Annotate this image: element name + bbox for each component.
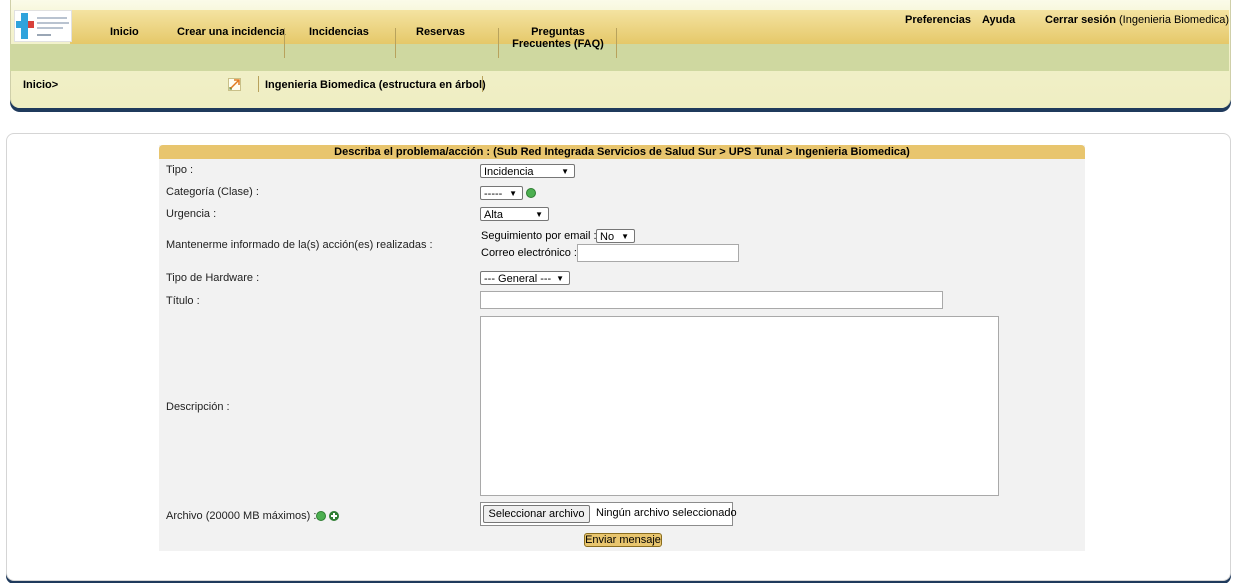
hardware-label: Tipo de Hardware : [166, 272, 260, 284]
hardware-value: --- General --- [484, 273, 552, 285]
tree-view-icon[interactable] [228, 78, 241, 91]
descripcion-textarea[interactable] [480, 316, 999, 496]
nav-faq[interactable]: Preguntas Frecuentes (FAQ) [508, 26, 608, 50]
seguimiento-label: Seguimiento por email : [481, 230, 597, 242]
tree-separator [258, 76, 259, 92]
hardware-select[interactable]: --- General --- ▼ [480, 271, 570, 285]
search-category-icon[interactable] [526, 188, 536, 198]
chevron-down-icon: ▼ [509, 189, 517, 198]
tipo-value: Incidencia [484, 166, 534, 178]
urgencia-select[interactable]: Alta ▼ [480, 207, 549, 221]
urgencia-label: Urgencia : [166, 208, 217, 220]
seguimiento-select[interactable]: No ▼ [596, 229, 635, 243]
logo-text-line [37, 17, 67, 19]
seguimiento-value: No [600, 231, 615, 243]
add-file-icon[interactable] [329, 511, 339, 521]
nav-incidencias[interactable]: Incidencias [309, 26, 369, 38]
logo-cross-red [28, 21, 34, 28]
logout-user: (Ingenieria Biomedica) [1119, 14, 1230, 26]
correo-label: Correo electrónico : [481, 247, 577, 259]
tipo-select[interactable]: Incidencia ▼ [480, 164, 575, 178]
urgencia-value: Alta [484, 209, 503, 221]
nav-crear-incidencia[interactable]: Crear una incidencia [177, 26, 285, 38]
logo-text-line [37, 34, 51, 36]
ayuda-link[interactable]: Ayuda [982, 14, 1015, 26]
descripcion-label: Descripción : [166, 401, 230, 413]
tipo-label: Tipo : [166, 164, 194, 176]
logo[interactable] [14, 10, 72, 42]
nav-separator [616, 28, 617, 58]
header: Inicio Crear una incidencia Incidencias … [10, 0, 1231, 114]
nav-faq-line1: Preguntas [531, 26, 585, 38]
categoria-select[interactable]: ----- ▼ [480, 186, 523, 200]
nav-reservas[interactable]: Reservas [416, 26, 465, 38]
preferencias-link[interactable]: Preferencias [905, 14, 971, 26]
nav-separator [284, 28, 285, 58]
chevron-down-icon: ▼ [561, 167, 569, 176]
logout-link[interactable]: Cerrar sesión (Ingenieria Biomedica) [1045, 14, 1229, 26]
titulo-input[interactable] [480, 291, 943, 309]
search-file-icon[interactable] [316, 511, 326, 521]
submit-button[interactable]: Enviar mensaje [584, 533, 662, 547]
logout-label: Cerrar sesión [1045, 14, 1116, 26]
incident-form: Describa el problema/acción : (Sub Red I… [159, 145, 1085, 551]
tree-label[interactable]: Ingenieria Biomedica (estructura en árbo… [265, 79, 486, 91]
sub-menu-bar [10, 44, 1229, 71]
file-status: Ningún archivo seleccionado [596, 507, 737, 519]
logo-text-line [37, 27, 63, 29]
nav-faq-line2: Frecuentes (FAQ) [512, 38, 604, 50]
tree-separator [482, 76, 483, 92]
nav-separator [395, 28, 396, 58]
breadcrumb[interactable]: Inicio> [23, 79, 58, 91]
categoria-value: ----- [484, 188, 503, 200]
chevron-down-icon: ▼ [621, 232, 629, 241]
nav-separator [498, 28, 499, 58]
form-title: Describa el problema/acción : (Sub Red I… [159, 145, 1085, 159]
chevron-down-icon: ▼ [556, 274, 564, 283]
archivo-label: Archivo (20000 MB máximos) : [166, 510, 317, 522]
select-file-button[interactable]: Seleccionar archivo [483, 505, 590, 523]
informado-label: Mantenerme informado de la(s) acción(es)… [166, 239, 433, 251]
nav-inicio[interactable]: Inicio [110, 26, 139, 38]
logo-text-line [37, 22, 69, 24]
titulo-label: Título : [166, 295, 200, 307]
correo-input[interactable] [577, 244, 739, 262]
file-input[interactable]: Seleccionar archivo Ningún archivo selec… [480, 502, 737, 526]
categoria-label: Categoría (Clase) : [166, 186, 259, 198]
chevron-down-icon: ▼ [535, 210, 543, 219]
